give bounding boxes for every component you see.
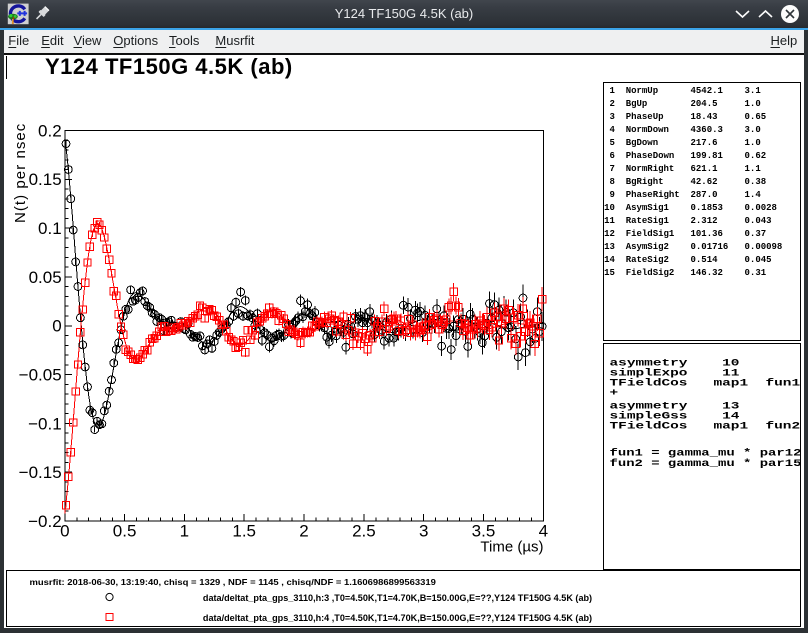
svg-text:1.5: 1.5 — [232, 522, 256, 541]
svg-text:3: 3 — [419, 522, 428, 541]
svg-text:0.2: 0.2 — [38, 121, 62, 140]
svg-text:0.05: 0.05 — [29, 268, 62, 287]
svg-text:1: 1 — [180, 522, 189, 541]
svg-text:0.5: 0.5 — [113, 522, 137, 541]
svg-text:−0.1: −0.1 — [28, 414, 62, 433]
svg-text:N(t) per nsec: N(t) per nsec — [12, 123, 29, 223]
svg-text:2.5: 2.5 — [352, 522, 376, 541]
svg-text:2: 2 — [299, 522, 308, 541]
svg-text:−0.2: −0.2 — [28, 512, 62, 531]
svg-text:0.1: 0.1 — [38, 219, 62, 238]
svg-text:−0.15: −0.15 — [19, 463, 62, 482]
svg-text:0.15: 0.15 — [29, 170, 62, 189]
svg-text:Time (µs): Time (µs) — [480, 539, 543, 556]
svg-text:−0.05: −0.05 — [19, 366, 62, 385]
svg-text:0: 0 — [52, 317, 61, 336]
